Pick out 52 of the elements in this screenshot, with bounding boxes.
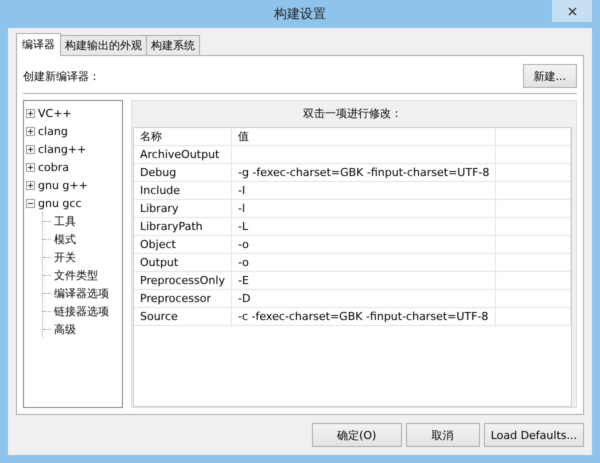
table-cell: -D	[231, 290, 496, 308]
table-cell: -c -fexec-charset=GBK -finput-charset=UTF-8	[231, 308, 496, 326]
tree-item[interactable]: gnu g++	[38, 178, 88, 192]
plus-icon[interactable]	[26, 180, 35, 190]
tree-item[interactable]: gnu gcc	[38, 196, 82, 210]
tree-item[interactable]: clang++	[38, 142, 86, 156]
instruction-text: 双击一项进行修改：	[302, 106, 403, 122]
window-title: 构建设置	[274, 6, 326, 23]
table-cell: Library	[134, 200, 232, 218]
column-header[interactable]: 名称	[134, 128, 232, 146]
tree-item[interactable]: 模式	[54, 232, 76, 246]
tree-item[interactable]: 高级	[54, 322, 76, 336]
tree-item[interactable]: 编译器选项	[54, 286, 109, 300]
dialog-button[interactable]: 取消	[406, 423, 480, 447]
table-cell: -g -fexec-charset=GBK -finput-charset=UTF-8	[231, 164, 496, 182]
plus-icon[interactable]	[26, 126, 35, 136]
tab[interactable]: 构建输出的外观	[60, 35, 147, 56]
table-cell: -o	[231, 254, 496, 272]
minus-icon[interactable]	[26, 198, 35, 208]
tab[interactable]: 构建系统	[146, 35, 200, 56]
create-compiler-label: 创建新编译器：	[23, 68, 100, 84]
table-cell: -l	[231, 200, 496, 218]
table-cell: -E	[231, 272, 496, 290]
tree-item[interactable]: 开关	[54, 250, 76, 264]
table-cell: -I	[231, 182, 496, 200]
dialog-button[interactable]: 确定(O)	[312, 423, 402, 447]
dialog-button[interactable]: Load Defaults...	[484, 423, 584, 447]
tree-item[interactable]: 文件类型	[54, 268, 98, 282]
close-icon	[568, 6, 576, 16]
table-cell: ArchiveOutput	[134, 146, 232, 164]
tree-item[interactable]: 工具	[54, 214, 76, 228]
new-button[interactable]: 新建...	[522, 64, 577, 88]
table-cell: -L	[231, 218, 496, 236]
plus-icon[interactable]	[26, 144, 35, 154]
tree-item[interactable]: cobra	[38, 160, 70, 174]
tree-item[interactable]: VC++	[38, 106, 72, 120]
table-cell: Object	[134, 236, 232, 254]
table-cell: Debug	[134, 164, 232, 182]
tree-item[interactable]: 链接器选项	[54, 304, 109, 318]
plus-icon[interactable]	[26, 108, 35, 118]
table-cell: LibraryPath	[134, 218, 232, 236]
table-cell: Source	[134, 308, 232, 326]
column-header[interactable]: 值	[231, 128, 496, 146]
tab[interactable]: 编译器	[16, 33, 61, 56]
close-button[interactable]	[552, 0, 592, 22]
table-cell: PreprocessOnly	[134, 272, 232, 290]
table-cell: Output	[134, 254, 232, 272]
plus-icon[interactable]	[26, 162, 35, 172]
table-cell: Include	[134, 182, 232, 200]
tree-item[interactable]: clang	[38, 124, 68, 138]
table-cell: Preprocessor	[134, 290, 232, 308]
table-cell: -o	[231, 236, 496, 254]
